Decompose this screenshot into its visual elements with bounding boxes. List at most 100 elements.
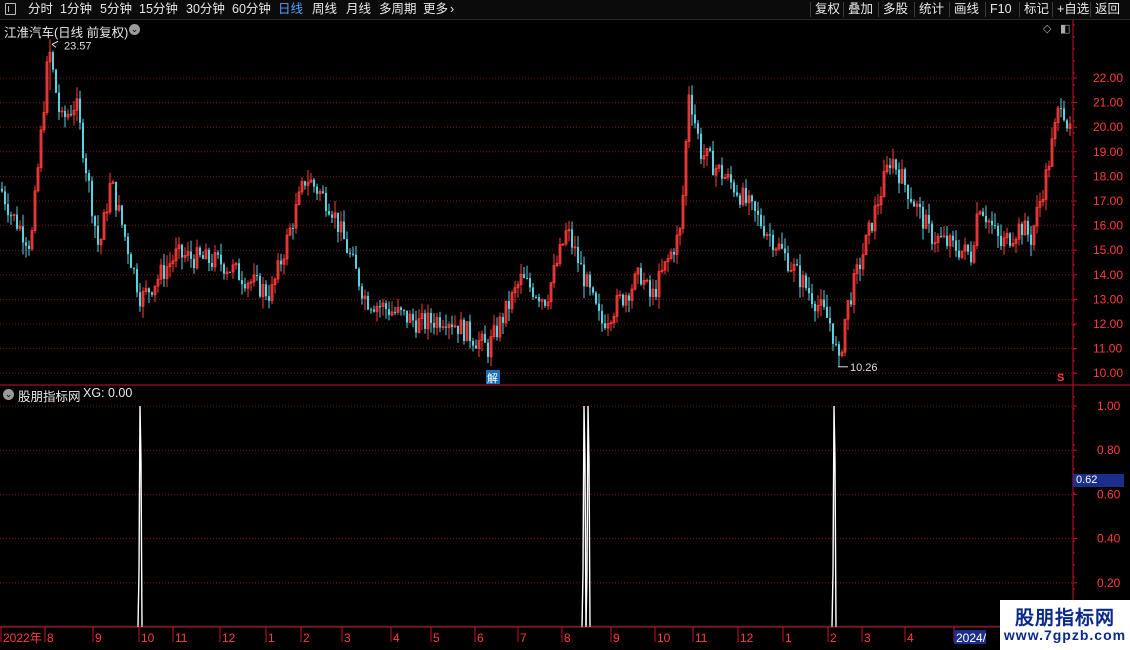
candle-body bbox=[337, 212, 339, 232]
candle-body bbox=[265, 284, 267, 297]
layout-toggle-icon[interactable] bbox=[5, 3, 16, 15]
candle-body bbox=[640, 268, 642, 285]
toolbar-button-0[interactable]: 复权 bbox=[815, 1, 840, 18]
chevron-right-icon[interactable]: › bbox=[450, 1, 454, 18]
toolbar-tab-5[interactable]: 60分钟 bbox=[232, 1, 271, 18]
price-tick-label: 11.00 bbox=[1093, 342, 1122, 356]
candle-body bbox=[589, 274, 591, 288]
candle-body bbox=[16, 214, 18, 229]
candle-body bbox=[136, 269, 138, 293]
toolbar-separator bbox=[1019, 2, 1020, 17]
candle-body bbox=[673, 251, 675, 255]
candle-body bbox=[895, 159, 897, 170]
toolbar-button-4[interactable]: 画线 bbox=[954, 1, 979, 18]
candle-body bbox=[835, 343, 837, 345]
candle-body bbox=[649, 280, 651, 297]
toolbar-tab-8[interactable]: 月线 bbox=[346, 1, 371, 18]
candle-body bbox=[502, 316, 504, 323]
candle-body bbox=[745, 188, 747, 203]
candle-body bbox=[451, 324, 453, 327]
candle-body bbox=[691, 94, 693, 115]
candle-body bbox=[64, 110, 66, 118]
date-label: 8 bbox=[564, 631, 571, 645]
candle-body bbox=[508, 301, 510, 309]
candle-body bbox=[967, 244, 969, 252]
candle-body bbox=[7, 204, 9, 216]
toolbar-button-3[interactable]: 统计 bbox=[919, 1, 944, 18]
candle-body bbox=[82, 122, 84, 159]
date-label: 9 bbox=[613, 631, 620, 645]
toolbar-tab-0[interactable]: 分时 bbox=[28, 1, 53, 18]
candle-body bbox=[526, 277, 528, 279]
candle-body bbox=[838, 344, 840, 356]
candle-body bbox=[760, 214, 762, 227]
candle-body bbox=[970, 251, 972, 263]
toolbar-tab-1[interactable]: 1分钟 bbox=[60, 1, 92, 18]
chevron-down-icon[interactable]: ⌄ bbox=[129, 24, 140, 35]
candle-body bbox=[238, 263, 240, 281]
candle-body bbox=[1063, 108, 1065, 121]
toolbar-tab-3[interactable]: 15分钟 bbox=[139, 1, 178, 18]
price-tick-label: 17.00 bbox=[1093, 194, 1123, 208]
candle-body bbox=[814, 303, 816, 312]
candle-body bbox=[871, 222, 873, 231]
candle-body bbox=[1030, 234, 1032, 245]
candle-body bbox=[796, 264, 798, 266]
price-tick-label: 16.00 bbox=[1093, 219, 1123, 233]
candle-body bbox=[88, 173, 90, 181]
candle-body bbox=[823, 299, 825, 307]
date-label: 11 bbox=[175, 631, 188, 645]
candle-body bbox=[229, 271, 231, 273]
diamond-icon[interactable]: ◇ bbox=[1043, 22, 1051, 35]
candle-body bbox=[280, 260, 282, 265]
candle-body bbox=[628, 295, 630, 301]
candle-body bbox=[139, 292, 141, 307]
toolbar-separator bbox=[1090, 2, 1091, 17]
chevron-down-icon[interactable]: ⌄ bbox=[3, 389, 14, 400]
toolbar-separator bbox=[985, 2, 986, 17]
candle-body bbox=[211, 262, 213, 267]
price-tick-label: 19.00 bbox=[1093, 145, 1123, 159]
toolbar-button-2[interactable]: 多股 bbox=[883, 1, 908, 18]
candle-body bbox=[349, 252, 351, 254]
candle-body bbox=[763, 226, 765, 236]
watermark: 股朋指标网 www.7gpzb.com bbox=[1000, 600, 1130, 650]
high-arrow bbox=[51, 40, 59, 48]
candle-body bbox=[811, 293, 813, 304]
date-label: 3 bbox=[864, 631, 871, 645]
candle-body bbox=[913, 201, 915, 207]
toolbar-tab-7[interactable]: 周线 bbox=[312, 1, 337, 18]
candle-body bbox=[919, 203, 921, 207]
toolbar-tab-6[interactable]: 日线 bbox=[278, 1, 303, 18]
candle-body bbox=[958, 250, 960, 258]
candle-body bbox=[127, 236, 129, 255]
candle-body bbox=[922, 206, 924, 229]
candle-body bbox=[292, 227, 294, 229]
toolbar-tab-9[interactable]: 多周期 bbox=[379, 1, 417, 18]
indicator-tick-label: 0.80 bbox=[1097, 443, 1121, 457]
candle-body bbox=[220, 254, 222, 265]
toolbar-button-8[interactable]: 返回 bbox=[1095, 1, 1120, 18]
candle-body bbox=[343, 221, 345, 240]
toolbar-button-1[interactable]: 叠加 bbox=[848, 1, 873, 18]
toolbar-tab-4[interactable]: 30分钟 bbox=[186, 1, 225, 18]
toolbar-button-5[interactable]: F10 bbox=[990, 1, 1012, 18]
panel-split-icon[interactable]: ◧ bbox=[1060, 22, 1070, 35]
candle-body bbox=[730, 174, 732, 183]
candle-body bbox=[457, 325, 459, 334]
candle-body bbox=[544, 299, 546, 306]
candle-body bbox=[313, 179, 315, 187]
candle-body bbox=[1009, 233, 1011, 246]
price-tick-label: 12.00 bbox=[1093, 317, 1123, 331]
toolbar-tab-2[interactable]: 5分钟 bbox=[100, 1, 132, 18]
toolbar-button-6[interactable]: 标记 bbox=[1024, 1, 1049, 18]
toolbar-button-7[interactable]: +自选 bbox=[1057, 1, 1089, 18]
candle-body bbox=[130, 254, 132, 269]
candle-body bbox=[91, 180, 93, 217]
candle-body bbox=[94, 216, 96, 226]
watermark-url: www.7gpzb.com bbox=[1003, 627, 1127, 643]
date-label: 2 bbox=[303, 631, 310, 645]
toolbar-tab-10[interactable]: 更多 bbox=[423, 1, 448, 18]
candle-body bbox=[523, 274, 525, 278]
candle-body bbox=[889, 165, 891, 168]
